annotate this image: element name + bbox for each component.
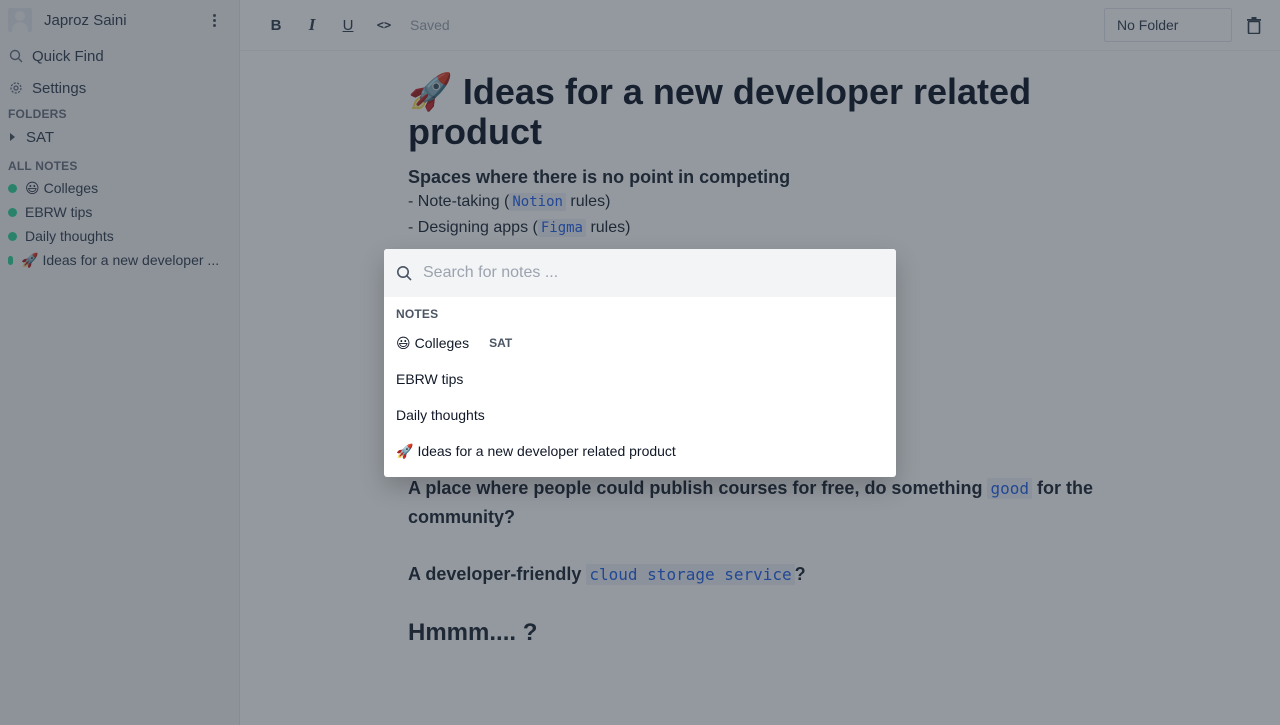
quick-find-modal: NOTES 😃 Colleges SAT EBRW tips Daily tho… — [384, 249, 896, 477]
note-emoji: 🚀 — [396, 442, 414, 459]
note-emoji: 😃 — [396, 334, 411, 351]
results-section-label: NOTES — [396, 307, 439, 321]
search-result-item[interactable]: 😃 Colleges SAT — [384, 325, 896, 361]
search-icon — [396, 264, 414, 282]
result-label: Colleges — [414, 335, 470, 351]
search-result-item[interactable]: 🚀 Ideas for a new developer related prod… — [384, 433, 896, 469]
search-result-item[interactable]: Daily thoughts — [384, 397, 896, 433]
search-result-item[interactable]: EBRW tips — [384, 361, 896, 397]
result-label: Daily thoughts — [396, 407, 485, 423]
result-label: Ideas for a new developer related produc… — [417, 443, 676, 459]
result-label: EBRW tips — [396, 371, 464, 387]
search-bar — [384, 249, 896, 297]
folder-tag: SAT — [489, 336, 513, 350]
search-input[interactable] — [423, 264, 863, 282]
